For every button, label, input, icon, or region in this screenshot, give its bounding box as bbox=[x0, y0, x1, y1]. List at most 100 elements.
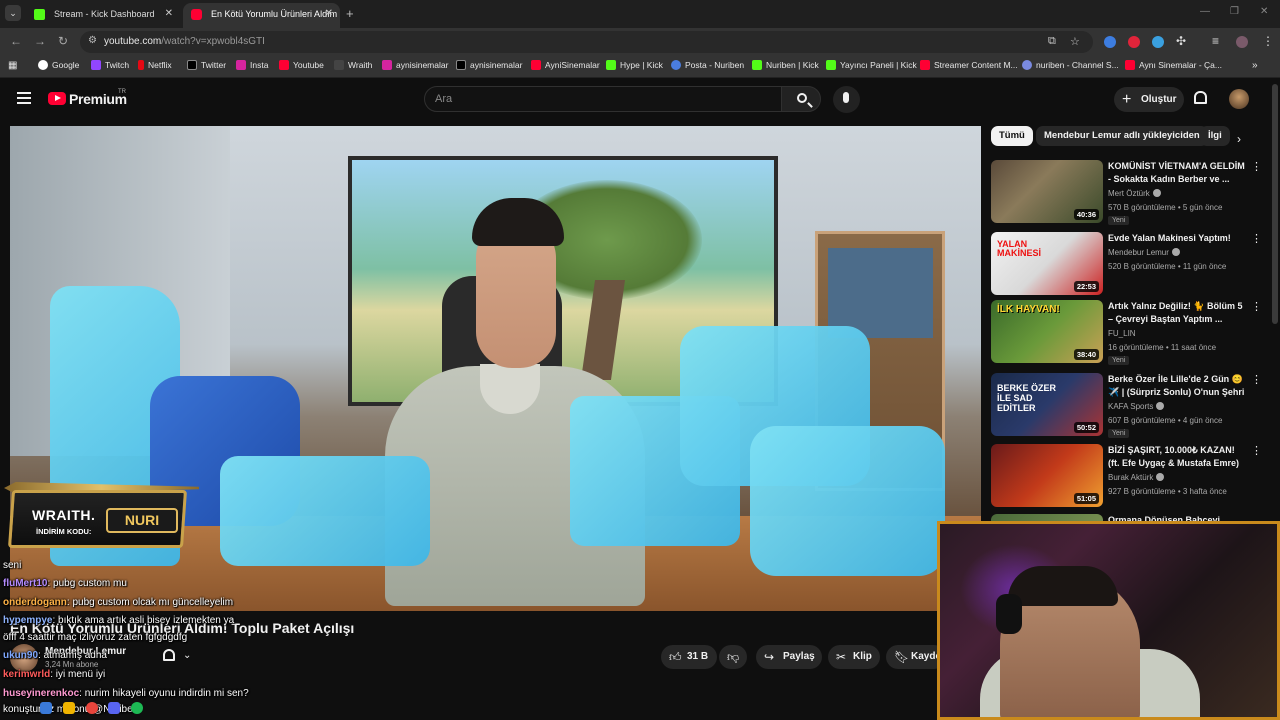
tab-search-button[interactable]: ⌄ bbox=[5, 5, 21, 21]
address-bar[interactable]: ⚙ youtube.com/watch?v=xpwobl4sGTI ⧉ ☆ bbox=[80, 31, 1093, 53]
chevron-down-icon[interactable]: ⌄ bbox=[183, 650, 191, 661]
back-icon[interactable]: ← bbox=[10, 34, 22, 48]
recommended-video[interactable]: İLK HAYVAN! 38:40 Artık Yalnız Değiliz! … bbox=[991, 300, 1271, 365]
minimize-icon[interactable]: — bbox=[1200, 6, 1210, 17]
video-thumbnail[interactable]: 40:36 bbox=[991, 160, 1103, 223]
bookmark-ayni-sinemalar[interactable]: Aynı Sinemalar - Ça... bbox=[1125, 60, 1222, 70]
chrome-icon[interactable] bbox=[85, 702, 98, 714]
taskbar-app-icon[interactable] bbox=[40, 702, 52, 714]
more-bookmarks-icon[interactable]: » bbox=[1252, 60, 1258, 71]
video-thumbnail[interactable]: YALAN MAKİNESİ 22:53 bbox=[991, 232, 1103, 295]
bookmark-twitter[interactable]: Twitter bbox=[187, 60, 226, 70]
chip-all[interactable]: Tümü bbox=[991, 126, 1033, 146]
bookmark-posta[interactable]: Posta - Nuriben bbox=[671, 60, 744, 70]
instagram-icon bbox=[382, 60, 392, 70]
spotify-icon[interactable] bbox=[131, 702, 144, 714]
more-options-icon[interactable]: ⋮ bbox=[1251, 300, 1262, 313]
taskbar bbox=[40, 702, 151, 714]
bookmark-nuriben-channel[interactable]: nuriben - Channel S... bbox=[1022, 60, 1119, 70]
media-controls-icon[interactable]: ≡ bbox=[1212, 34, 1219, 48]
close-tab-icon[interactable]: ✕ bbox=[325, 3, 333, 25]
close-tab-icon[interactable]: ✕ bbox=[165, 3, 173, 25]
video-channel[interactable]: KAFA Sports bbox=[1108, 402, 1165, 411]
bookmark-netflix[interactable]: Netflix bbox=[138, 60, 172, 70]
twitch-icon bbox=[91, 60, 101, 70]
folder-icon[interactable] bbox=[62, 702, 75, 714]
account-avatar[interactable] bbox=[1229, 89, 1249, 109]
more-options-icon[interactable]: ⋮ bbox=[1251, 160, 1262, 173]
install-app-icon[interactable]: ⧉ bbox=[1048, 35, 1056, 48]
bookmark-aynisinemalar-yt[interactable]: AyniSinemalar bbox=[531, 60, 600, 70]
clip-button[interactable]: ✂ Klip bbox=[828, 645, 880, 669]
more-options-icon[interactable]: ⋮ bbox=[1251, 373, 1262, 386]
create-button[interactable]: + Oluştur bbox=[1114, 87, 1184, 112]
tab-kick-dashboard[interactable]: Stream - Kick Dashboard ✕ bbox=[26, 3, 180, 28]
url-path: /watch?v=xpwobl4sGTI bbox=[161, 36, 265, 47]
dislike-button[interactable]: 👎︎ bbox=[719, 645, 747, 669]
video-title[interactable]: KOMÜNİST VİETNAM'A GELDİM - Sokakta Kadı… bbox=[1108, 160, 1248, 185]
bookmark-nuriben-kick[interactable]: Nuriben | Kick bbox=[752, 60, 819, 70]
bookmark-hype-kick[interactable]: Hype | Kick bbox=[606, 60, 663, 70]
chrome-menu-icon[interactable]: ⋮ bbox=[1262, 34, 1274, 48]
bookmark-youtube[interactable]: Youtube bbox=[279, 60, 324, 70]
bookmark-star-icon[interactable]: ☆ bbox=[1070, 35, 1080, 48]
video-thumbnail[interactable]: BERKE ÖZER İLE SAD EDİTLER 50:52 bbox=[991, 373, 1103, 436]
bookmark-aynisinemalar-x[interactable]: aynisinemalar bbox=[456, 60, 522, 70]
bookmark-label: Wraith bbox=[348, 60, 373, 70]
search-input[interactable]: Ara bbox=[424, 86, 782, 112]
new-tab-button[interactable]: + bbox=[346, 6, 354, 21]
verified-icon bbox=[1171, 248, 1180, 256]
like-button[interactable]: 👍︎ 31 B bbox=[661, 645, 717, 669]
share-button[interactable]: ↪ Paylaş bbox=[756, 645, 822, 669]
recommended-video[interactable]: 40:36 KOMÜNİST VİETNAM'A GELDİM - Sokakt… bbox=[991, 160, 1271, 225]
recommended-video[interactable]: BERKE ÖZER İLE SAD EDİTLER 50:52 Berke Ö… bbox=[991, 373, 1271, 438]
bookmark-aynisinemalar-insta[interactable]: aynisinemalar bbox=[382, 60, 448, 70]
video-channel[interactable]: Mendebur Lemur bbox=[1108, 248, 1180, 257]
chevron-right-icon[interactable]: › bbox=[1237, 132, 1241, 146]
forward-icon[interactable]: → bbox=[34, 34, 46, 48]
video-channel[interactable]: FU_LIN bbox=[1108, 329, 1136, 338]
extension-icon[interactable] bbox=[1104, 36, 1116, 48]
video-channel[interactable]: Burak Aktürk bbox=[1108, 473, 1165, 482]
tab-youtube-video[interactable]: En Kötü Yorumlu Ürünleri Aldım ✕ bbox=[183, 3, 340, 28]
video-title[interactable]: Artık Yalnız Değiliz! 🐈 Bölüm 5 – Çevrey… bbox=[1108, 300, 1248, 325]
voice-search-icon[interactable] bbox=[833, 86, 860, 113]
search-button[interactable] bbox=[781, 86, 821, 112]
bookmark-yayinci-paneli[interactable]: Yayıncı Paneli | Kick bbox=[826, 60, 917, 70]
notifications-bell-icon[interactable] bbox=[1194, 91, 1207, 104]
apps-grid-icon[interactable]: ▦ bbox=[8, 60, 17, 71]
recommended-video[interactable]: 51:05 BİZİ ŞAŞIRT, 10.000₺ KAZAN! (ft. E… bbox=[991, 444, 1271, 508]
video-title[interactable]: Berke Özer İle Lille'de 2 Gün 😊 ✈️ | (Sü… bbox=[1108, 373, 1248, 398]
chat-message: öfff 4 saattir maç izliyoruz zaten fgfgd… bbox=[3, 632, 187, 643]
profile-icon[interactable] bbox=[1236, 36, 1248, 48]
chip-related[interactable]: İlgi bbox=[1200, 126, 1230, 146]
bookmark-wraith[interactable]: Wraith bbox=[334, 60, 372, 70]
extension-icon[interactable] bbox=[1128, 36, 1140, 48]
bookmark-insta[interactable]: Insta bbox=[236, 60, 268, 70]
discord-icon[interactable] bbox=[108, 702, 121, 714]
bookmark-google[interactable]: Google bbox=[38, 60, 79, 70]
more-options-icon[interactable]: ⋮ bbox=[1251, 232, 1262, 245]
extensions-puzzle-icon[interactable]: ✣ bbox=[1176, 34, 1186, 48]
video-channel[interactable]: Mert Öztürk bbox=[1108, 189, 1161, 198]
shield-extension-icon[interactable] bbox=[1152, 36, 1164, 48]
bookmark-twitch[interactable]: Twitch bbox=[91, 60, 129, 70]
recommended-video[interactable]: YALAN MAKİNESİ 22:53 Evde Yalan Makinesi… bbox=[991, 232, 1271, 296]
video-title[interactable]: BİZİ ŞAŞIRT, 10.000₺ KAZAN! (ft. Efe Uyg… bbox=[1108, 444, 1248, 469]
reload-icon[interactable]: ↻ bbox=[58, 34, 68, 48]
window-close-icon[interactable]: ✕ bbox=[1260, 6, 1268, 17]
maximize-icon[interactable]: ❐ bbox=[1230, 6, 1239, 17]
video-title[interactable]: Evde Yalan Makinesi Yaptım! bbox=[1108, 232, 1248, 245]
video-meta: 927 B görüntüleme • 3 hafta önce bbox=[1108, 487, 1227, 496]
youtube-logo-icon[interactable] bbox=[48, 92, 66, 105]
chip-from-uploader[interactable]: Mendebur Lemur adlı yükleyiciden bbox=[1036, 126, 1208, 146]
menu-icon[interactable] bbox=[17, 92, 31, 104]
bookmark-streamer-content[interactable]: Streamer Content M... bbox=[920, 60, 1018, 70]
subscription-bell-icon[interactable] bbox=[163, 649, 175, 661]
kick-icon bbox=[752, 60, 762, 70]
video-thumbnail[interactable]: 51:05 bbox=[991, 444, 1103, 507]
site-info-icon[interactable]: ⚙ bbox=[88, 35, 97, 46]
more-options-icon[interactable]: ⋮ bbox=[1251, 444, 1262, 457]
page-scrollbar[interactable] bbox=[1272, 84, 1278, 324]
video-thumbnail[interactable]: İLK HAYVAN! 38:40 bbox=[991, 300, 1103, 363]
